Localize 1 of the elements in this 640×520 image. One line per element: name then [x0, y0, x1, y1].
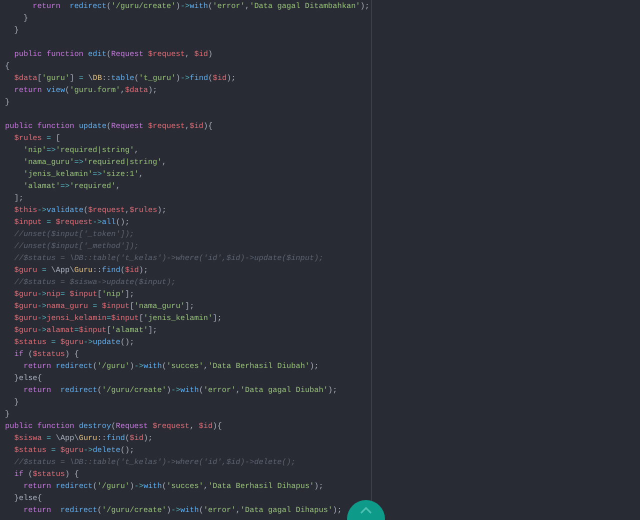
chevron-up-icon [360, 507, 372, 514]
